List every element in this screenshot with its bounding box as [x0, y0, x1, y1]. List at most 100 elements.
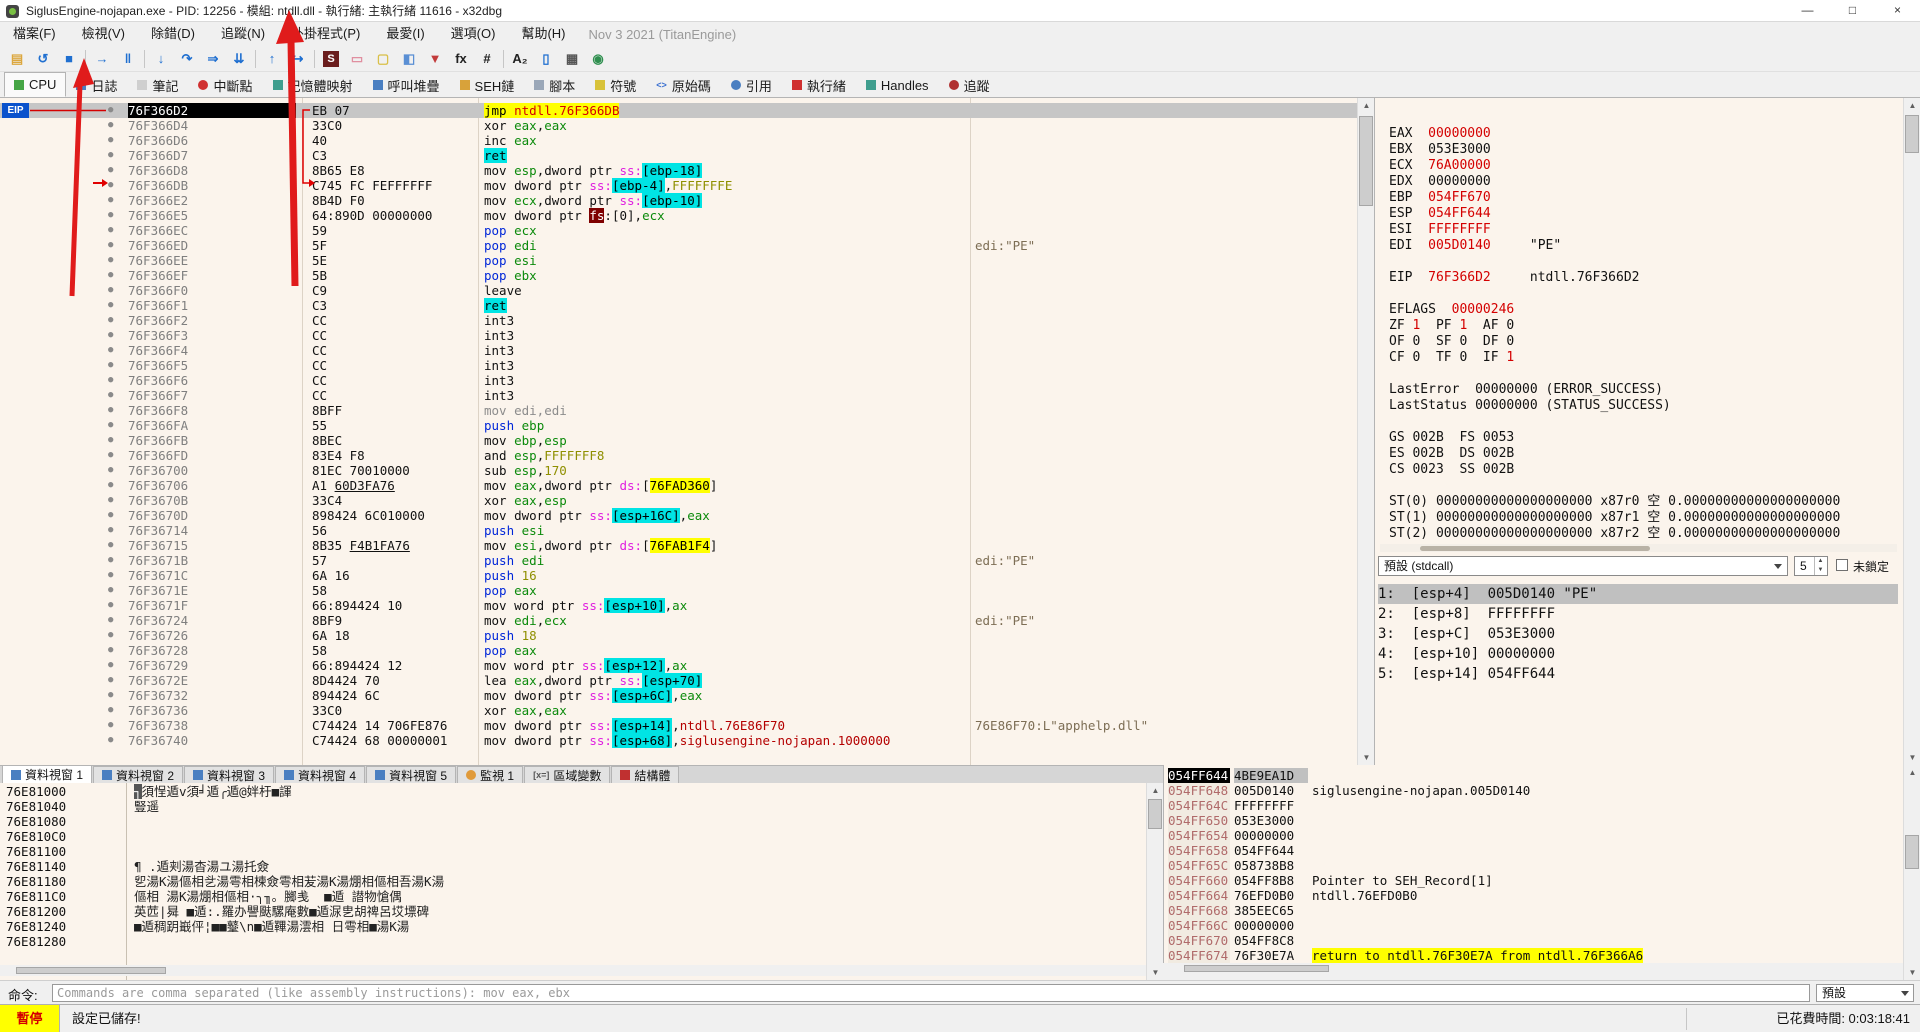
breakpoint-dot[interactable]: ● — [108, 193, 113, 208]
breakpoint-dot[interactable]: ● — [108, 718, 113, 733]
disasm-row[interactable]: ●76F366DBC745 FC FEFFFFFFmov dword ptr s… — [0, 178, 1357, 193]
stack-row[interactable]: 054FF6444BE9EA1D — [1164, 768, 1903, 783]
restart-button[interactable]: ↺ — [30, 48, 56, 70]
step-out-button[interactable]: ⇊ — [226, 48, 252, 70]
breakpoint-dot[interactable]: ● — [108, 688, 113, 703]
breakpoint-dot[interactable]: ● — [108, 493, 113, 508]
menu-item[interactable]: 幫助(H) — [508, 22, 578, 46]
register-line[interactable] — [1389, 414, 1840, 430]
pause-button[interactable]: ‖ — [115, 48, 141, 70]
dump-row[interactable]: 76E81100 — [0, 844, 1146, 859]
register-line[interactable] — [1389, 366, 1840, 382]
register-line[interactable]: OF 0 SF 0 DF 0 — [1389, 334, 1840, 350]
execute-till-return-button[interactable]: ↑ — [259, 48, 285, 70]
register-line[interactable]: EFLAGS 00000246 — [1389, 302, 1840, 318]
dump-row[interactable]: 76E81040豎遥 — [0, 799, 1146, 814]
disasm-row[interactable]: ●76F366E28B4D F0mov ecx,dword ptr ss:[eb… — [0, 193, 1357, 208]
tab-seh[interactable]: SEH鏈 — [450, 73, 525, 97]
registers-scrollbar[interactable]: ▲ ▼ — [1903, 98, 1920, 765]
dump-row[interactable]: 76E810C0 — [0, 829, 1146, 844]
stack-row[interactable]: 054FF66476EFD0B0ntdll.76EFD0B0 — [1164, 888, 1903, 903]
disasm-row[interactable]: ●76F366F7CCint3 — [0, 388, 1357, 403]
breakpoint-dot[interactable]: ● — [108, 673, 113, 688]
tab-dump2[interactable]: 資料視窗 2 — [93, 766, 183, 783]
dump-row[interactable]: 76E81240■遁稠跀嶯伻¦■■鼞\n■遁鞸湯澐相 日雩相■湯K湯 — [0, 919, 1146, 934]
disasm-row[interactable]: ●76F3673633C0xor eax,eax — [0, 703, 1357, 718]
stack-row[interactable]: 054FF668385EEC65 — [1164, 903, 1903, 918]
disasm-row[interactable]: ●76F366EF5Bpop ebx — [0, 268, 1357, 283]
breakpoint-dot[interactable]: ● — [108, 298, 113, 313]
menu-item[interactable]: 檢視(V) — [69, 22, 138, 46]
dump-row[interactable]: 76E811C0傴相 湯K湯焩相傴相·╮╖。膷㦮 ■遁 譛物愴偶 — [0, 889, 1146, 904]
argument-row[interactable]: 5: [esp+14] 054FF644 — [1378, 664, 1898, 684]
disassembly-panel[interactable]: ●76F366D2EB 07jmp ntdll.76F366DB●76F366D… — [0, 98, 1357, 765]
disasm-row[interactable]: ●76F36740C74424 68 00000001mov dword ptr… — [0, 733, 1357, 748]
argument-row[interactable]: 3: [esp+C] 053E3000 — [1378, 624, 1898, 644]
unlock-checkbox[interactable] — [1836, 559, 1848, 571]
breakpoint-dot[interactable]: ● — [108, 388, 113, 403]
breakpoint-dot[interactable]: ● — [108, 223, 113, 238]
run-button[interactable]: → — [89, 48, 115, 70]
tab-call-stack[interactable]: 呼叫堆疊 — [363, 73, 450, 97]
tab-watch1[interactable]: 監視 1 — [457, 766, 523, 783]
register-line[interactable]: EAX 00000000 — [1389, 126, 1840, 142]
register-line[interactable]: CF 0 TF 0 IF 1 — [1389, 350, 1840, 366]
stack-row[interactable]: 054FF65400000000 — [1164, 828, 1903, 843]
labels-button[interactable]: ◧ — [396, 48, 422, 70]
disasm-row[interactable]: ●76F3671F66:894424 10mov word ptr ss:[es… — [0, 598, 1357, 613]
breakpoint-dot[interactable]: ● — [108, 448, 113, 463]
stack-row[interactable]: 054FF66C00000000 — [1164, 918, 1903, 933]
breakpoint-dot[interactable]: ● — [108, 163, 113, 178]
tab-breakpoints[interactable]: 中斷點 — [188, 73, 262, 97]
tab-dump3[interactable]: 資料視窗 3 — [184, 766, 274, 783]
breakpoint-dot[interactable]: ● — [108, 643, 113, 658]
disasm-row[interactable]: ●76F366D88B65 E8mov esp,dword ptr ss:[eb… — [0, 163, 1357, 178]
breakpoint-dot[interactable]: ● — [108, 553, 113, 568]
breakpoint-dot[interactable]: ● — [108, 733, 113, 748]
register-line[interactable]: ES 002B DS 002B — [1389, 446, 1840, 462]
tab-dump1[interactable]: 資料視窗 1 — [2, 765, 92, 783]
step-into-button[interactable]: ↓ — [148, 48, 174, 70]
dump-row[interactable]: 76E81200英苉|曻 ■遁:.羅办譻颫騾庵數■遁㳮㐕胡禆呂㘷墂碑 — [0, 904, 1146, 919]
patches-button[interactable]: ▭ — [344, 48, 370, 70]
dump-scrollbar[interactable]: ▲ ▼ — [1146, 783, 1163, 980]
breakpoint-dot[interactable]: ● — [108, 463, 113, 478]
breakpoint-dot[interactable]: ● — [108, 328, 113, 343]
register-line[interactable]: LastStatus 00000000 (STATUS_SUCCESS) — [1389, 398, 1840, 414]
tab-struct[interactable]: 結構體 — [611, 766, 679, 783]
breakpoint-dot[interactable]: ● — [108, 208, 113, 223]
disasm-row[interactable]: ●76F366D640inc eax — [0, 133, 1357, 148]
bookmarks-button[interactable]: ▼ — [422, 48, 448, 70]
breakpoint-dot[interactable]: ● — [108, 523, 113, 538]
disasm-row[interactable]: ●76F36706A1 60D3FA76mov eax,dword ptr ds… — [0, 478, 1357, 493]
argument-row[interactable]: 4: [esp+10] 00000000 — [1378, 644, 1898, 664]
argument-row[interactable]: 2: [esp+8] FFFFFFFF — [1378, 604, 1898, 624]
disasm-row[interactable]: ●76F36732894424 6Cmov dword ptr ss:[esp+… — [0, 688, 1357, 703]
register-line[interactable]: ST(0) 00000000000000000000 x87r0 空 0.000… — [1389, 494, 1840, 510]
tab-trace[interactable]: 追蹤 — [939, 73, 1000, 97]
register-line[interactable]: ECX 76A00000 — [1389, 158, 1840, 174]
arguments-list[interactable]: 1: [esp+4] 005D0140 "PE"2: [esp+8] FFFFF… — [1378, 584, 1898, 688]
stop-button[interactable]: ■ — [56, 48, 82, 70]
stack-scrollbar[interactable]: ▲ ▼ — [1903, 765, 1920, 980]
breakpoint-dot[interactable]: ● — [108, 403, 113, 418]
tab-threads[interactable]: 執行緒 — [782, 73, 856, 97]
dump-row[interactable]: 76E81180乮湯K湯傴相乧湯雩相楝僉雩相苃湯K湯焩相傴相吾湯K湯 — [0, 874, 1146, 889]
breakpoint-dot[interactable]: ● — [108, 658, 113, 673]
menu-item[interactable]: 追蹤(N) — [208, 22, 278, 46]
breakpoint-dot[interactable]: ● — [108, 313, 113, 328]
stack-row[interactable]: 054FF650053E3000 — [1164, 813, 1903, 828]
minimize-button[interactable]: — — [1785, 0, 1830, 22]
tab-cpu[interactable]: CPU — [4, 72, 66, 97]
comments-button[interactable]: ▢ — [370, 48, 396, 70]
disasm-row[interactable]: ●76F366FA55push ebp — [0, 418, 1357, 433]
globe-button[interactable]: ◉ — [585, 48, 611, 70]
calling-convention-select[interactable]: 預設 (stdcall) — [1378, 556, 1788, 576]
seh-chain-button[interactable]: S — [323, 51, 339, 67]
disasm-row[interactable]: ●76F366F6CCint3 — [0, 373, 1357, 388]
disasm-row[interactable]: ●76F36738C74424 14 706FE876mov dword ptr… — [0, 718, 1357, 733]
spinner-arrows-icon[interactable]: ▲▼ — [1814, 557, 1826, 575]
menu-item[interactable]: 選項(O) — [438, 22, 509, 46]
register-line[interactable]: ESP 054FF644 — [1389, 206, 1840, 222]
breakpoint-dot[interactable]: ● — [108, 133, 113, 148]
